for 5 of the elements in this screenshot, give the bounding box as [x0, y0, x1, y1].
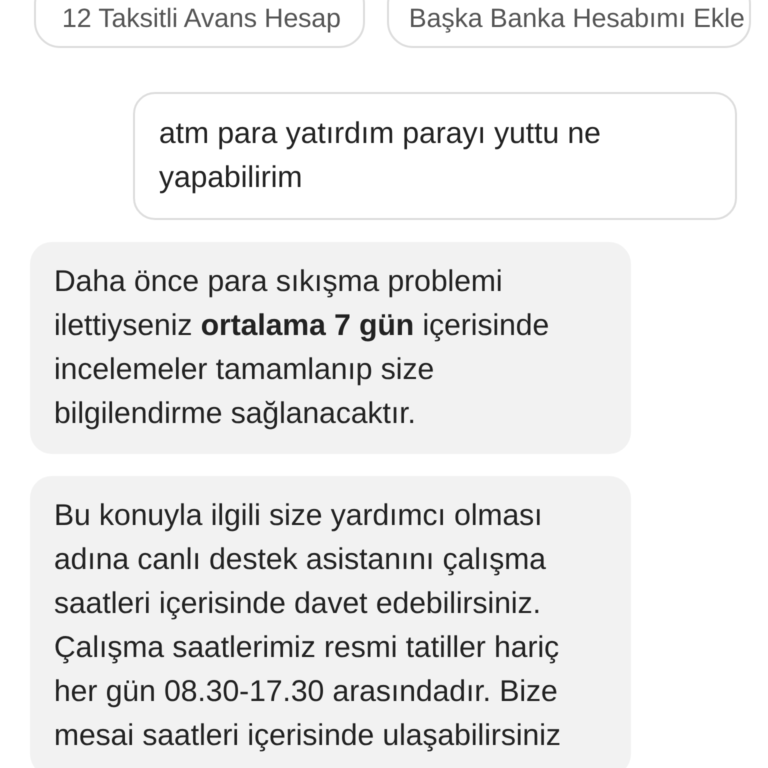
bot-message-bubble: Bu konuyla ilgili size yardımcı olması adına canlı destek asistanını çalışma saatleri içerisinde davet edebilirsiniz. Çalışma saatlerimiz resmi tatiller hariç her gün 08.30-17.30 arasındadır. Bize mesai saatleri içerisinde ulaşabilirsiniz — [30, 476, 631, 768]
bot-message-bubble: Daha önce para sıkışma problemi ilettiyseniz ortalama 7 gün içerisinde incelemeler tamamlanıp size bilgilendirme sağlanacaktır. — [30, 242, 631, 454]
user-message-bubble: atm para yatırdım parayı yuttu ne yapabilirim — [133, 92, 737, 220]
suggestion-chip[interactable]: 12 Taksitli Avans Hesap — [34, 0, 365, 48]
suggestion-chip[interactable]: Başka Banka Hesabımı Ekle — [386, 0, 751, 48]
